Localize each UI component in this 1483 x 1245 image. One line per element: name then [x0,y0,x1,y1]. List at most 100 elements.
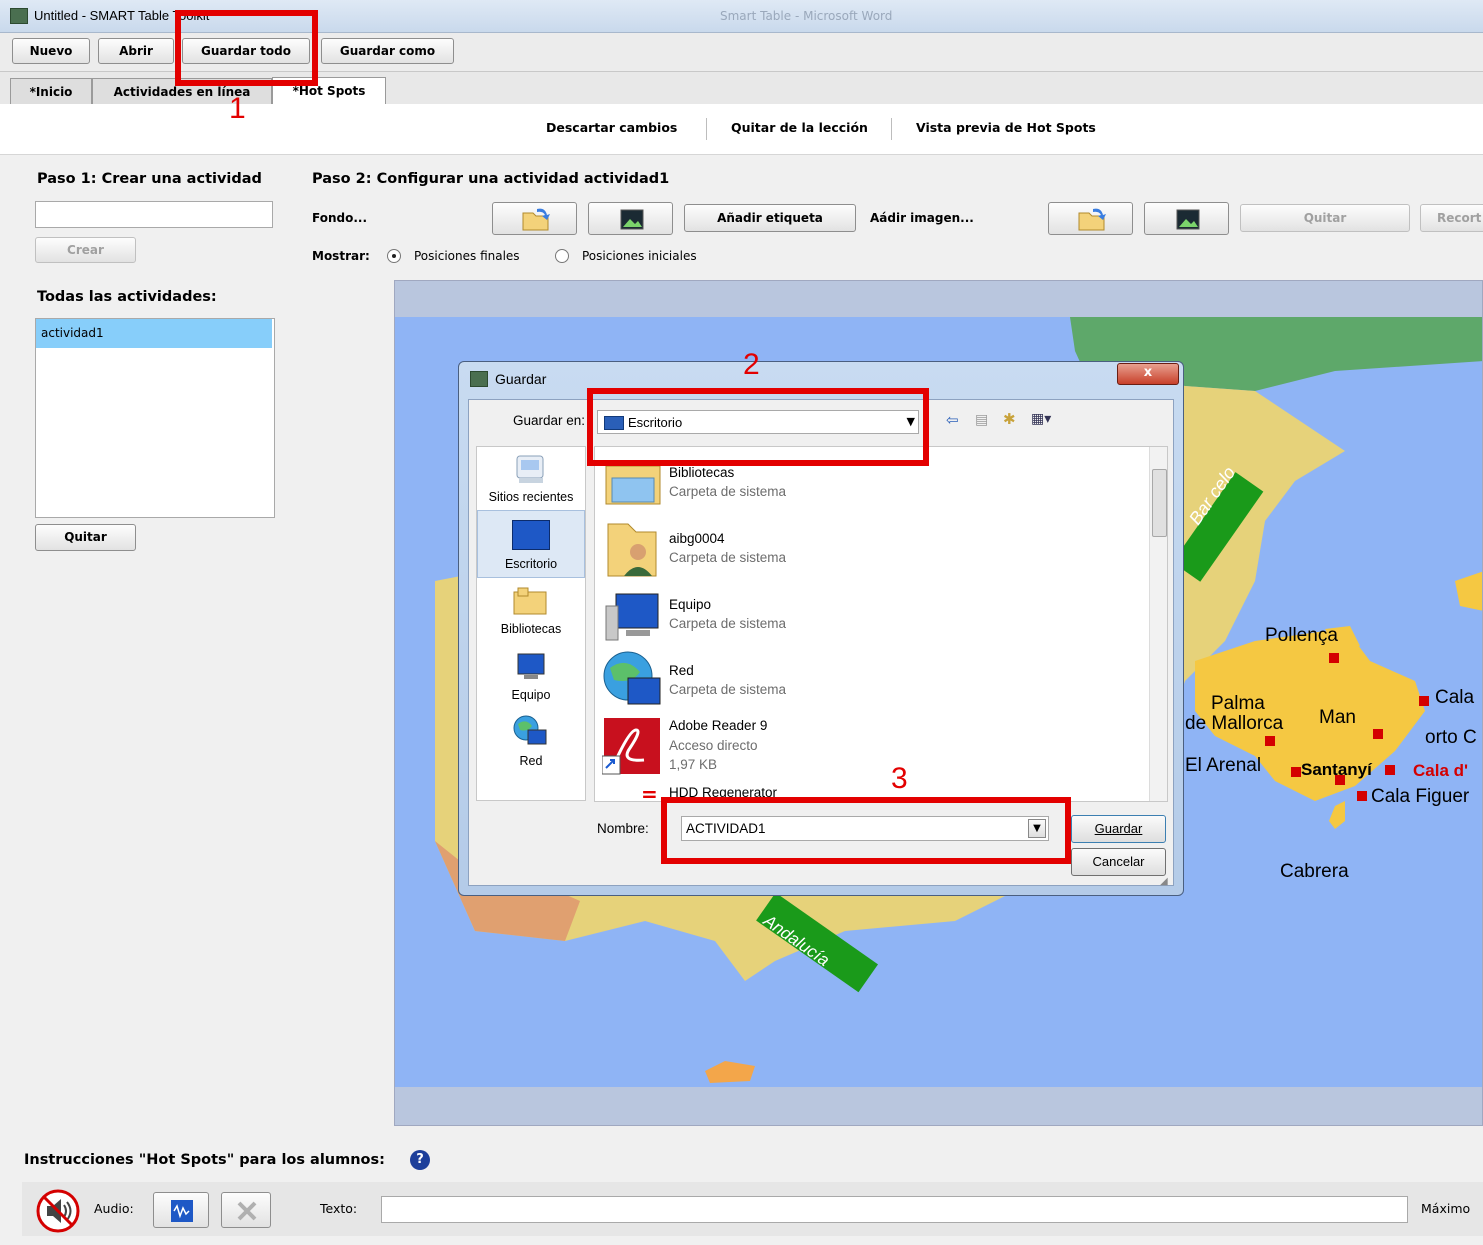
discard-changes-link[interactable]: Descartar cambios [546,120,677,135]
porto-label: orto C [1425,727,1477,748]
marker [1385,765,1395,775]
marker [1419,696,1429,706]
marker [1329,653,1339,663]
mute-icon[interactable] [35,1188,81,1234]
insert-image-button[interactable] [1144,202,1229,235]
annotation-mark: = [641,782,658,806]
palma-label-2: de Mallorca [1185,713,1284,734]
max-label: Máximo [1421,1201,1471,1216]
dialog-app-icon [470,371,488,387]
save-in-label: Guardar en: [513,413,586,428]
list-item[interactable]: actividad1 [36,319,272,348]
cala-d-label: Cala d' [1413,761,1469,780]
background-window-title: Smart Table - Microsoft Word [720,9,893,23]
up-folder-icon[interactable]: ▤ [975,412,988,428]
step2-heading: Paso 2: Configurar una actividad activid… [312,171,670,187]
open-background-button[interactable] [492,202,577,235]
record-audio-button[interactable] [153,1192,209,1228]
background-image-button[interactable] [588,202,673,235]
place-desktop[interactable]: Escritorio [476,557,586,571]
user-folder-icon [604,518,662,580]
scrollbar-thumb[interactable] [1152,469,1167,537]
step1-heading: Paso 1: Crear una actividad [37,171,262,187]
initial-positions-radio[interactable] [555,249,569,263]
file-type: Carpeta de sistema [669,484,787,499]
view-menu-icon[interactable]: ▦▾ [1031,411,1051,427]
activities-list[interactable]: actividad1 [35,318,275,518]
place-recent[interactable]: Sitios recientes [476,490,586,504]
file-name[interactable]: aibg0004 [669,531,725,546]
file-name[interactable]: Adobe Reader 9 [669,718,767,733]
file-size: 1,97 KB [669,757,718,772]
place-computer[interactable]: Equipo [476,688,586,702]
all-activities-heading: Todas las actividades: [37,289,217,305]
annotation-number-2: 2 [743,348,760,381]
tab-inicio[interactable]: *Inicio [10,78,92,104]
file-type: Carpeta de sistema [669,682,787,697]
network-icon [512,714,548,750]
remove-activity-button[interactable]: Quitar [35,524,136,551]
open-folder-icon [522,208,550,231]
el-arenal-label: El Arenal [1185,755,1262,776]
add-label-button[interactable]: Añadir etiqueta [684,204,856,232]
palma-label: Palma [1211,693,1265,714]
annotation-box-1 [175,10,318,86]
add-image-label: Aádir imagen... [870,211,974,225]
save-button[interactable]: Guardar [1071,815,1166,843]
remove-image-button[interactable]: Quitar [1240,204,1410,232]
annotation-box-3 [661,797,1071,864]
close-button[interactable]: x [1117,363,1179,385]
open-folder-icon [1078,208,1106,231]
final-positions-label: Posiciones finales [414,249,520,263]
app-icon [10,8,28,24]
close-icon: x [1143,365,1153,380]
adobe-reader-icon [601,716,662,776]
create-button[interactable]: Crear [35,237,136,263]
activity-name-input[interactable] [35,201,273,228]
file-name[interactable]: Red [669,663,694,678]
image-icon [1176,209,1200,230]
place-network[interactable]: Red [476,754,586,768]
new-folder-icon[interactable]: ✱ [1003,410,1016,428]
instructions-heading: Instrucciones "Hot Spots" para los alumn… [24,1152,385,1168]
separator [891,118,892,140]
open-button[interactable]: Abrir [98,38,174,64]
initial-positions-label: Posiciones iniciales [582,249,697,263]
remove-from-lesson-link[interactable]: Quitar de la lección [731,120,868,135]
file-name[interactable]: Bibliotecas [669,465,734,480]
delete-audio-button[interactable] [221,1192,271,1228]
file-type: Carpeta de sistema [669,616,787,631]
place-libraries[interactable]: Bibliotecas [476,622,586,636]
cancel-button[interactable]: Cancelar [1071,848,1166,876]
libraries-icon [512,586,548,616]
pollenca-label: Pollença [1265,625,1338,646]
preview-hot-spots-link[interactable]: Vista previa de Hot Spots [916,120,1096,135]
crop-button[interactable]: Recort [1420,204,1483,232]
help-icon[interactable]: ? [410,1150,430,1170]
back-arrow-icon[interactable]: ⇦ [946,411,959,429]
desktop-icon [512,520,550,550]
image-icon [620,209,644,230]
computer-icon [514,652,548,682]
new-button[interactable]: Nuevo [12,38,90,64]
cala-label: Cala [1435,687,1475,708]
final-positions-radio[interactable] [387,249,401,263]
cala-figuera-label: Cala Figuer [1371,786,1470,807]
marker [1373,729,1383,739]
resize-grip-icon[interactable]: ◢ [1160,876,1174,888]
santanyi-label: Santanyí [1301,760,1372,779]
marker [1357,791,1367,801]
cabrera-label: Cabrera [1280,861,1349,882]
annotation-number-3: 3 [891,762,908,795]
annotation-box-2 [587,388,929,466]
delete-icon [237,1201,257,1221]
filename-label: Nombre: [597,821,649,836]
instructions-text-input[interactable] [381,1196,1408,1223]
manacor-label: Man [1319,707,1356,728]
waveform-icon [171,1200,193,1222]
scrollbar[interactable] [1149,447,1167,801]
file-name[interactable]: Equipo [669,597,711,612]
file-type: Acceso directo [669,738,758,753]
save-as-button[interactable]: Guardar como [321,38,454,64]
open-image-button[interactable] [1048,202,1133,235]
